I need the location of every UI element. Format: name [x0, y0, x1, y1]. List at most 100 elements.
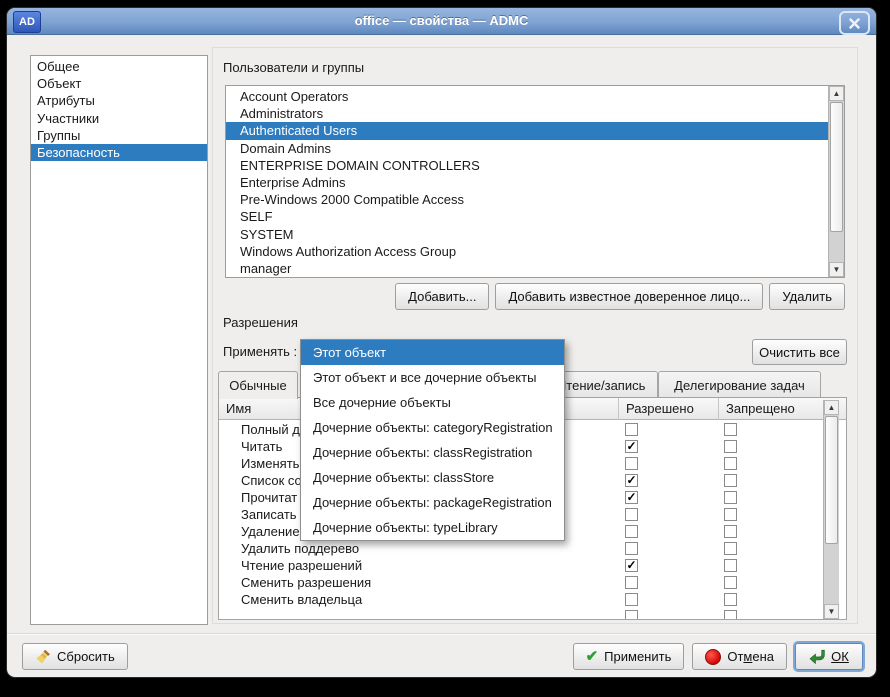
dialog-body: ОбщееОбъектАтрибутыУчастникиГруппыБезопа…	[7, 34, 876, 677]
reset-label: Сбросить	[57, 649, 115, 664]
ok-button[interactable]: ОК	[795, 643, 863, 670]
list-item[interactable]: Windows Authorization Access Group	[226, 243, 844, 260]
arrow-up-icon: ▲	[828, 404, 836, 412]
allowed-checkbox[interactable]	[625, 508, 638, 521]
users-list-scrollbar[interactable]: ▲ ▼	[828, 86, 844, 277]
list-button-row: Добавить... Добавить известное доверенно…	[225, 283, 845, 310]
denied-checkbox[interactable]	[724, 542, 737, 555]
denied-checkbox[interactable]	[724, 508, 737, 521]
table-row: Сменить владельца	[219, 591, 828, 608]
permission-name: Записать	[241, 506, 297, 523]
list-item[interactable]: Enterprise Admins	[226, 174, 844, 191]
dropdown-option[interactable]: Дочерние объекты: classStore	[301, 465, 564, 490]
list-item[interactable]: Domain Admins	[226, 140, 844, 157]
permissions-section-label: Разрешения	[223, 315, 298, 330]
cancel-label: Отмена	[727, 649, 774, 664]
allowed-checkbox[interactable]: ✓	[625, 440, 638, 453]
denied-checkbox[interactable]	[724, 474, 737, 487]
list-item[interactable]: Authenticated Users	[226, 122, 844, 139]
list-item[interactable]: Administrators	[226, 105, 844, 122]
dropdown-option[interactable]: Дочерние объекты: categoryRegistration	[301, 415, 564, 440]
scroll-thumb[interactable]	[830, 102, 843, 232]
allowed-checkbox[interactable]	[625, 423, 638, 436]
screen-background: AD office — свойства — ADMC ОбщееОбъектА…	[0, 0, 890, 697]
allowed-checkbox[interactable]	[625, 610, 638, 619]
app-icon: AD	[13, 11, 41, 33]
list-item[interactable]: Account Operators	[226, 88, 844, 105]
remove-button[interactable]: Удалить	[769, 283, 845, 310]
dropdown-option[interactable]: Дочерние объекты: classRegistration	[301, 440, 564, 465]
cancel-icon	[705, 649, 721, 665]
allowed-checkbox[interactable]	[625, 525, 638, 538]
clear-all-button[interactable]: Очистить все	[752, 339, 847, 365]
denied-checkbox[interactable]	[724, 440, 737, 453]
ok-arrow-icon	[809, 649, 825, 664]
list-item[interactable]: Pre-Windows 2000 Compatible Access	[226, 191, 844, 208]
sidebar-item[interactable]: Группы	[31, 127, 207, 144]
tab-delegation[interactable]: Делегирование задач	[658, 371, 821, 398]
permission-name: Сменить разрешения	[241, 574, 371, 591]
denied-checkbox[interactable]	[724, 457, 737, 470]
sidebar-item[interactable]: Атрибуты	[31, 92, 207, 109]
check-icon: ✔	[586, 649, 599, 664]
allowed-checkbox[interactable]: ✓	[625, 491, 638, 504]
denied-checkbox[interactable]	[724, 491, 737, 504]
dropdown-option[interactable]: Этот объект и все дочерние объекты	[301, 365, 564, 390]
tab-common[interactable]: Обычные	[218, 371, 298, 399]
list-item[interactable]: ENTERPRISE DOMAIN CONTROLLERS	[226, 157, 844, 174]
sidebar-item[interactable]: Безопасность	[31, 144, 207, 161]
permission-name: Полный д	[241, 421, 300, 438]
users-groups-label: Пользователи и группы	[223, 60, 364, 75]
apply-to-label: Применять :	[223, 339, 297, 365]
allowed-checkbox[interactable]	[625, 576, 638, 589]
sidebar-item[interactable]: Участники	[31, 110, 207, 127]
denied-checkbox[interactable]	[724, 423, 737, 436]
dropdown-option[interactable]: Дочерние объекты: typeLibrary	[301, 515, 564, 540]
scroll-up-button[interactable]: ▲	[829, 86, 844, 101]
denied-checkbox[interactable]	[724, 525, 737, 538]
allowed-checkbox[interactable]	[625, 593, 638, 606]
dropdown-option[interactable]: Все дочерние объекты	[301, 390, 564, 415]
scroll-down-button[interactable]: ▼	[824, 604, 839, 619]
dropdown-option[interactable]: Этот объект	[301, 340, 564, 365]
scroll-thumb[interactable]	[825, 416, 838, 544]
sidebar-item[interactable]: Объект	[31, 75, 207, 92]
close-button[interactable]	[839, 11, 870, 35]
column-header-denied[interactable]: Запрещено	[718, 398, 823, 420]
table-scrollbar[interactable]: ▲ ▼	[823, 400, 839, 619]
list-item[interactable]: manager	[226, 260, 844, 277]
window-title: office — свойства — ADMC	[47, 8, 836, 34]
reset-button[interactable]: Сбросить	[22, 643, 128, 670]
list-item[interactable]: SYSTEM	[226, 226, 844, 243]
allowed-checkbox[interactable]	[625, 457, 638, 470]
scroll-up-button[interactable]: ▲	[824, 400, 839, 415]
dropdown-option[interactable]: Дочерние объекты: packageRegistration	[301, 490, 564, 515]
denied-checkbox[interactable]	[724, 559, 737, 572]
users-groups-list[interactable]: Account OperatorsAdministratorsAuthentic…	[225, 85, 845, 278]
broom-icon	[35, 649, 51, 665]
close-icon	[849, 18, 860, 29]
arrow-down-icon: ▼	[828, 608, 836, 616]
table-row	[219, 608, 828, 619]
category-list: ОбщееОбъектАтрибутыУчастникиГруппыБезопа…	[30, 55, 208, 625]
allowed-checkbox[interactable]: ✓	[625, 559, 638, 572]
add-button[interactable]: Добавить...	[395, 283, 489, 310]
apply-button[interactable]: ✔ Применить	[573, 643, 685, 670]
permission-name: Удалить поддерево	[241, 540, 359, 557]
titlebar[interactable]: AD office — свойства — ADMC	[7, 8, 876, 35]
add-trustee-button[interactable]: Добавить известное доверенное лицо...	[495, 283, 763, 310]
allowed-checkbox[interactable]: ✓	[625, 474, 638, 487]
denied-checkbox[interactable]	[724, 593, 737, 606]
allowed-checkbox[interactable]	[625, 542, 638, 555]
column-header-allowed[interactable]: Разрешено	[618, 398, 718, 420]
list-item[interactable]: SELF	[226, 208, 844, 225]
permission-name: Список со	[241, 472, 302, 489]
cancel-button[interactable]: Отмена	[692, 643, 787, 670]
permission-name: Сменить владельца	[241, 591, 362, 608]
permission-name: Читать	[241, 438, 282, 455]
scroll-down-button[interactable]: ▼	[829, 262, 844, 277]
denied-checkbox[interactable]	[724, 576, 737, 589]
table-row: Сменить разрешения	[219, 574, 828, 591]
denied-checkbox[interactable]	[724, 610, 737, 619]
sidebar-item[interactable]: Общее	[31, 58, 207, 75]
